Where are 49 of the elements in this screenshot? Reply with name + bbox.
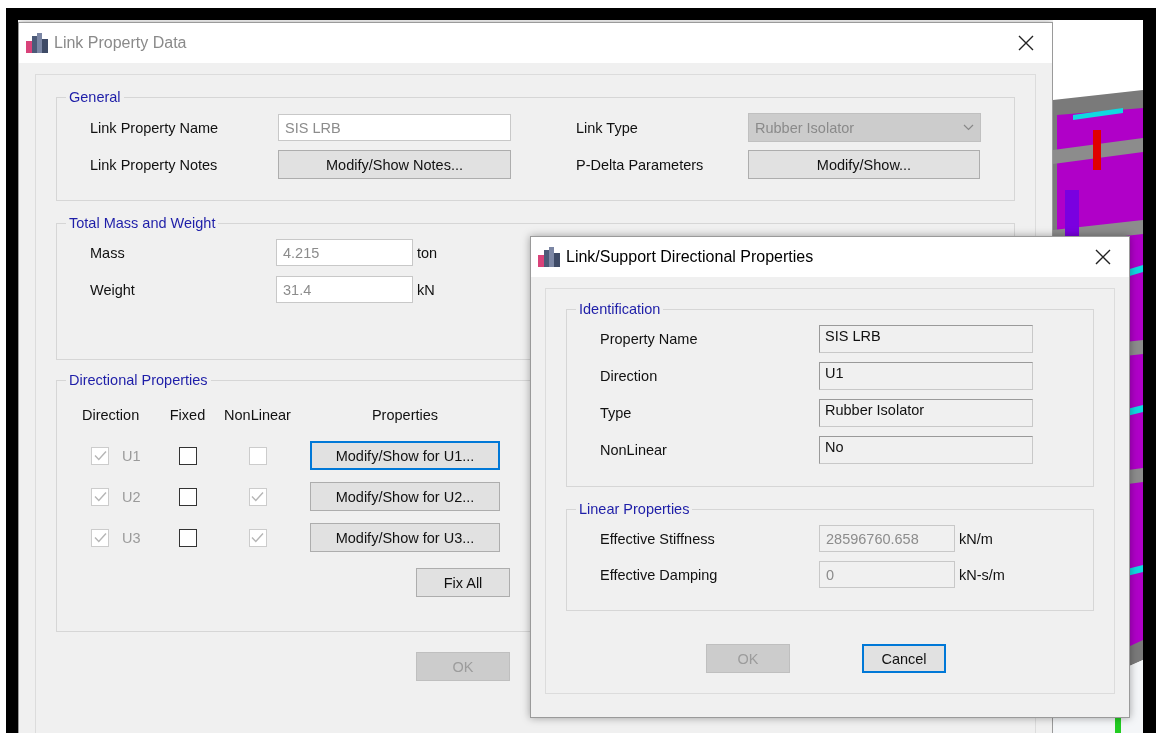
field-label: Link Property Name	[90, 119, 220, 136]
field-label: Link Type	[576, 119, 639, 136]
field-label: Weight	[90, 281, 136, 298]
unit-label: kN/m	[959, 530, 994, 547]
checkbox[interactable]	[178, 487, 197, 506]
readonly-field: U1	[819, 362, 1033, 390]
checkbox[interactable]	[178, 528, 197, 547]
readonly-field: Rubber Isolator	[819, 399, 1033, 427]
close-icon[interactable]	[1017, 34, 1035, 52]
pdelta-button[interactable]: Modify/Show...	[748, 150, 980, 179]
group-title: Total Mass and Weight	[68, 215, 217, 231]
direction-label: U1	[122, 447, 141, 464]
window-title: Link Property Data	[54, 34, 188, 52]
field-label: P-Delta Parameters	[576, 156, 705, 173]
field-label: NonLinear	[600, 442, 668, 458]
column-header: Fixed	[169, 406, 206, 423]
app-icon	[26, 33, 48, 53]
group-title: Linear Properties	[578, 501, 691, 517]
cancel-button[interactable]: Cancel	[862, 644, 946, 673]
direction-label: U2	[122, 488, 141, 505]
field-label: Type	[600, 405, 633, 421]
unit-label: kN-s/m	[959, 566, 1005, 583]
modify-show-button[interactable]: Modify/Show for U1...	[310, 441, 500, 470]
column-header: Properties	[371, 406, 439, 423]
field-label: Effective Stiffness	[600, 530, 716, 547]
caret-icon	[963, 124, 974, 131]
group-title: Identification	[578, 301, 662, 317]
field-label: Property Name	[600, 331, 699, 347]
window-title: Link/Support Directional Properties	[566, 248, 815, 266]
field-label: Link Property Notes	[90, 156, 219, 173]
app-icon	[538, 247, 560, 267]
readonly-field: No	[819, 436, 1033, 464]
notes-button[interactable]: Modify/Show Notes...	[278, 150, 511, 179]
group-title: Directional Properties	[68, 372, 209, 388]
field-label: Direction	[600, 368, 659, 384]
fix-all-button[interactable]: Fix All	[416, 568, 510, 597]
checkbox[interactable]	[178, 446, 197, 465]
readonly-field: SIS LRB	[819, 325, 1033, 353]
modify-show-button[interactable]: Modify/Show for U2...	[310, 482, 500, 511]
column-header: NonLinear	[224, 406, 291, 423]
close-icon[interactable]	[1094, 248, 1112, 266]
modify-show-button[interactable]: Modify/Show for U3...	[310, 523, 500, 552]
field-label: Effective Damping	[600, 566, 719, 583]
unit-label: kN	[417, 281, 436, 298]
unit-label: ton	[417, 244, 438, 261]
field-label: Mass	[90, 244, 126, 261]
column-header: Direction	[82, 406, 141, 423]
direction-label: U3	[122, 529, 141, 546]
group-title: General	[68, 89, 122, 105]
